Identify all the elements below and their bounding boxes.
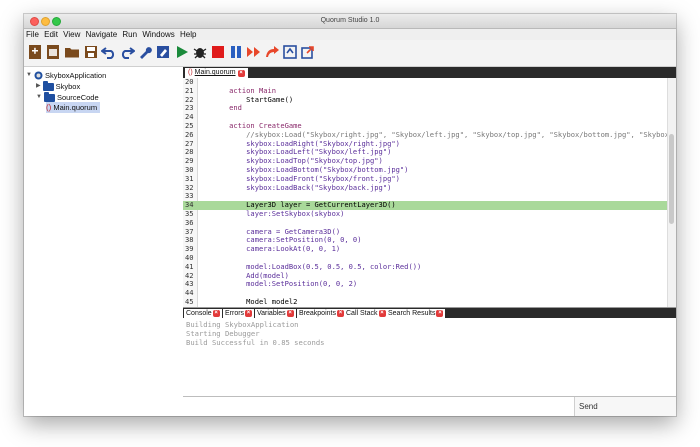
close-tab-icon[interactable]: × — [378, 310, 386, 317]
console-line: Build Successful in 0.85 seconds — [186, 337, 325, 347]
code-line[interactable]: 43 model:SetPosition(0, 0, 2) — [183, 280, 668, 289]
tab-variables[interactable]: Variables × — [255, 309, 296, 318]
menu-navigate[interactable]: Navigate — [86, 30, 118, 39]
step-over-icon[interactable] — [264, 44, 280, 60]
close-tab-icon[interactable]: × — [436, 310, 444, 317]
close-tab-icon[interactable]: × — [286, 310, 294, 317]
menu-help[interactable]: Help — [180, 30, 196, 39]
quorum-file-icon: () — [188, 69, 193, 76]
tree-label-skybox: Skybox — [55, 82, 81, 91]
pause-icon[interactable] — [228, 44, 244, 60]
code-text: camera:LookAt(0, 0, 1) — [212, 244, 341, 254]
menu-run[interactable]: Run — [122, 30, 137, 39]
tab-label: Call Stack — [346, 310, 378, 317]
code-text: model:SetPosition(0, 0, 2) — [212, 279, 358, 289]
console-input-bar: Send — [183, 396, 676, 416]
tab-label: Search Results — [388, 310, 436, 317]
tab-search-results[interactable]: Search Results × — [386, 309, 446, 318]
tab-label: Console — [186, 310, 212, 317]
window-title: Quorum Studio 1.0 — [320, 17, 380, 24]
toolbar — [24, 40, 676, 67]
new-project-icon[interactable] — [45, 44, 61, 60]
tree-label-project: SkyboxApplication — [44, 71, 107, 80]
output-panel: Console × Errors × Variables × Breakpoints ×… — [183, 307, 676, 397]
expand-arrow-icon[interactable]: ▶ — [36, 81, 41, 92]
close-window-button[interactable] — [30, 17, 39, 26]
menu-bar: File Edit View Navigate Run Windows Help — [24, 29, 676, 40]
close-tab-icon[interactable]: × — [245, 310, 253, 317]
open-folder-icon[interactable] — [64, 44, 80, 60]
tab-call-stack[interactable]: Call Stack × — [344, 309, 388, 318]
send-button[interactable]: Send — [575, 397, 676, 416]
project-tree-panel: ▼ SkyboxApplication ▶ Skybox ▼ SourceCod… — [24, 67, 184, 416]
continue-icon[interactable] — [246, 44, 262, 60]
tab-label: Breakpoints — [299, 310, 336, 317]
project-icon — [34, 71, 43, 80]
console-input[interactable] — [183, 397, 575, 416]
new-file-icon[interactable] — [27, 44, 43, 60]
tree-node-skybox[interactable]: ▶ Skybox — [36, 80, 81, 92]
tree-node-main-file[interactable]: () Main.quorum — [46, 102, 101, 113]
tab-main-quorum[interactable]: () Main.quorum × — [185, 68, 248, 78]
expand-arrow-icon[interactable]: ▼ — [26, 70, 32, 81]
close-tab-icon[interactable]: × — [212, 310, 220, 317]
menu-windows[interactable]: Windows — [142, 30, 174, 39]
tab-breakpoints[interactable]: Breakpoints × — [297, 309, 346, 318]
run-icon[interactable] — [174, 44, 190, 60]
debug-icon[interactable] — [192, 44, 208, 60]
scroll-thumb[interactable] — [669, 134, 674, 224]
editor-tab-bar: () Main.quorum × — [183, 67, 676, 78]
step-out-icon[interactable] — [300, 44, 316, 60]
menu-view[interactable]: View — [63, 30, 80, 39]
tab-errors[interactable]: Errors × — [223, 309, 255, 318]
undo-icon[interactable] — [101, 44, 117, 60]
code-line[interactable]: 35 layer:SetSkybox(skybox) — [183, 209, 668, 219]
step-into-icon[interactable] — [282, 44, 298, 60]
code-editor-panel: () Main.quorum × 20 21 action Main 22 Star… — [183, 67, 676, 307]
app-window: Quorum Studio 1.0 File Edit View Navigat… — [24, 14, 676, 416]
title-bar: Quorum Studio 1.0 — [24, 14, 676, 29]
tree-node-project[interactable]: ▼ SkyboxApplication — [26, 70, 106, 81]
stop-icon[interactable] — [210, 44, 226, 60]
vertical-scrollbar[interactable] — [667, 78, 676, 307]
output-tab-bar: Console × Errors × Variables × Breakpoints ×… — [183, 308, 676, 318]
tab-label: Variables — [257, 310, 286, 317]
console-output: Building SkyboxApplication Starting Debu… — [186, 320, 325, 347]
menu-edit[interactable]: Edit — [44, 30, 58, 39]
build-wrench-icon[interactable] — [137, 44, 153, 60]
code-line[interactable]: 23 end — [183, 104, 668, 113]
zoom-window-button[interactable] — [52, 17, 61, 26]
close-tab-icon[interactable]: × — [336, 310, 344, 317]
folder-icon — [42, 80, 54, 91]
close-tab-icon[interactable]: × — [237, 69, 245, 77]
expand-arrow-icon[interactable]: ▼ — [36, 92, 42, 103]
code-line[interactable]: 39 camera:LookAt(0, 0, 1) — [183, 244, 668, 254]
code-text: end — [212, 103, 242, 113]
menu-file[interactable]: File — [26, 30, 39, 39]
minimize-window-button[interactable] — [41, 17, 50, 26]
code-text: skybox:LoadBack("Skybox/back.jpg") — [212, 182, 392, 192]
code-area[interactable]: 20 21 action Main 22 StartGame() 23 end 24 25… — [183, 78, 668, 307]
folder-icon — [43, 91, 55, 102]
code-line[interactable]: 22 StartGame() — [183, 95, 668, 105]
redo-icon[interactable] — [119, 44, 135, 60]
tab-label: Main.quorum — [194, 69, 236, 76]
code-line[interactable]: 32 skybox:LoadBack("Skybox/back.jpg") — [183, 182, 668, 193]
tab-label: Errors — [225, 310, 245, 317]
save-icon[interactable] — [83, 44, 99, 60]
tab-console[interactable]: Console × — [184, 309, 222, 318]
quorum-file-icon: () — [46, 103, 52, 112]
tree-label-main-file: Main.quorum — [53, 103, 98, 112]
code-text: layer:SetSkybox(skybox) — [212, 209, 345, 218]
clean-build-icon[interactable] — [155, 44, 171, 60]
